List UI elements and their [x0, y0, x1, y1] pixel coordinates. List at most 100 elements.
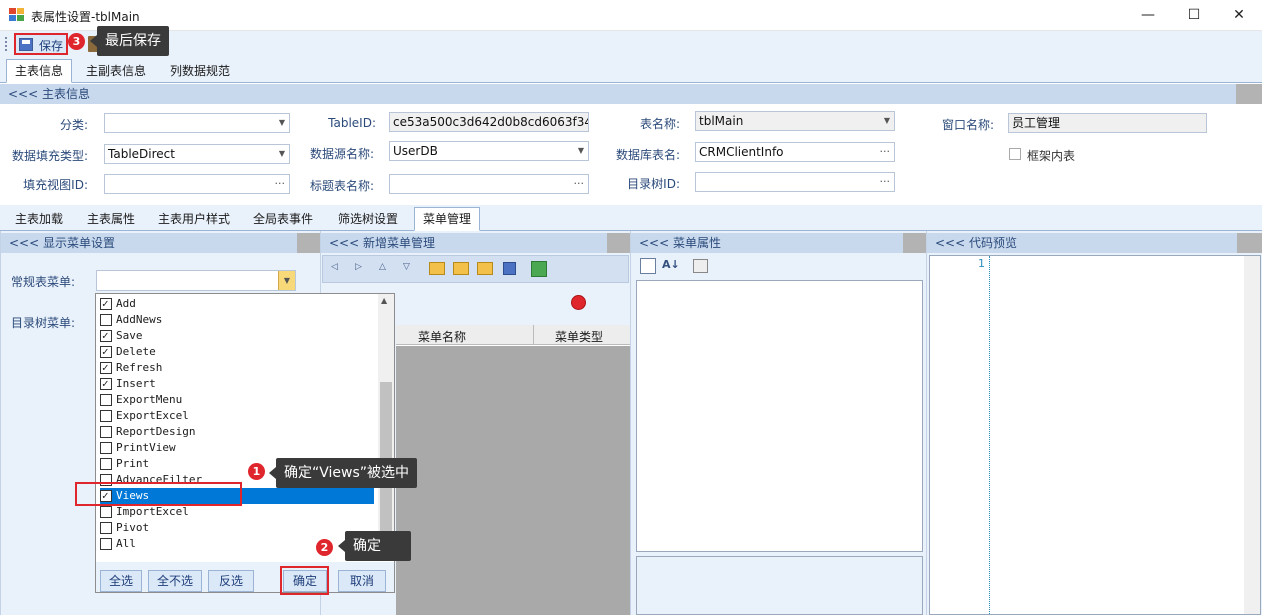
tab-column-rules[interactable]: 列数据规范 — [160, 59, 240, 83]
checkbox[interactable] — [100, 458, 112, 470]
ellipsis-icon: ... — [879, 142, 891, 155]
frame-inner-checkbox[interactable] — [1009, 148, 1021, 160]
category-label: 分类: — [59, 118, 88, 132]
line-gutter: 1 — [930, 256, 990, 614]
title-table-field[interactable]: ... — [389, 174, 589, 194]
checklist-scrollbar[interactable]: ▲ — [378, 294, 394, 552]
dir-tree-field[interactable]: ... — [695, 172, 895, 192]
property-grid — [636, 280, 923, 552]
menu-item-label: ExportExcel — [116, 409, 189, 422]
chevron-down-icon: ▼ — [883, 116, 890, 125]
nav-first-icon[interactable]: ◁ — [331, 262, 338, 272]
checkbox[interactable] — [100, 314, 112, 326]
chevron-down-icon: ▼ — [577, 146, 584, 155]
code-preview-header: <<< 代码预览 — [927, 233, 1237, 253]
tree-menu-label: 目录树菜单: — [11, 316, 76, 330]
tab-sub-info[interactable]: 主副表信息 — [78, 59, 154, 83]
new-menu-header-end — [607, 233, 631, 253]
tablename-select[interactable]: tblMain ▼ — [695, 111, 895, 131]
grid-header: 菜单名称 菜单类型 — [396, 325, 630, 345]
menu-item-label: All — [116, 537, 136, 550]
new-menu-input-row — [396, 293, 590, 313]
refresh-icon[interactable] — [531, 261, 547, 277]
step3-tooltip: 最后保存 — [90, 26, 169, 56]
select-none-button[interactable]: 全不选 — [148, 570, 202, 592]
tablename-label: 表名称: — [639, 117, 680, 131]
sort-az-icon[interactable]: A↓ — [662, 258, 680, 271]
step3-badge: 3 — [68, 33, 85, 50]
tab-main-load[interactable]: 主表加载 — [6, 207, 72, 231]
tableid-field[interactable]: ce53a500c3d642d0b8cd6063f348 — [389, 112, 589, 132]
tab-filter-tree[interactable]: 筛选树设置 — [328, 207, 408, 231]
checkbox[interactable] — [100, 538, 112, 550]
checkbox[interactable] — [100, 296, 112, 312]
tab-main-user-style[interactable]: 主表用户样式 — [150, 207, 238, 231]
tab-main-info[interactable]: 主表信息 — [6, 59, 72, 83]
save-small-icon[interactable] — [503, 262, 516, 275]
ellipsis-icon: ... — [879, 172, 891, 185]
db-table-label: 数据库表名: — [615, 148, 680, 162]
category-select[interactable]: ▼ — [104, 113, 290, 133]
toolbar-grip-icon[interactable] — [5, 37, 8, 51]
sub-tabbar: 主表加载 主表属性 主表用户样式 全局表事件 筛选树设置 菜单管理 — [0, 205, 1262, 231]
menu-display-header-end — [297, 233, 321, 253]
checkbox[interactable] — [100, 506, 112, 518]
nav-prev-icon[interactable]: ▷ — [355, 262, 362, 272]
nav-down-icon[interactable]: ▽ — [403, 262, 410, 272]
datasource-label: 数据源名称: — [309, 147, 374, 161]
nav-up-icon[interactable]: △ — [379, 262, 386, 272]
tab-global-events[interactable]: 全局表事件 — [244, 207, 322, 231]
menu-item-label: Delete — [116, 345, 156, 358]
regular-menu-select[interactable]: ▼ — [96, 270, 296, 291]
categorized-icon[interactable] — [640, 258, 656, 274]
checkbox[interactable] — [100, 410, 112, 422]
delete-folder-icon[interactable] — [477, 262, 493, 275]
main-tabbar: 主表信息 主副表信息 列数据规范 — [0, 57, 1262, 83]
step2-badge: 2 — [316, 539, 333, 556]
maximize-button[interactable]: ☐ — [1171, 0, 1217, 31]
checkbox[interactable] — [100, 442, 112, 454]
window-title: 表属性设置-tblMain — [31, 10, 140, 24]
checkbox[interactable] — [100, 344, 112, 360]
checkbox[interactable] — [100, 394, 112, 406]
line-number: 1 — [978, 257, 985, 270]
fill-view-label: 填充视图ID: — [23, 178, 88, 192]
cancel-button[interactable]: 取消 — [338, 570, 386, 592]
fill-view-field[interactable]: ... — [104, 174, 290, 194]
db-table-field[interactable]: CRMClientInfo... — [695, 142, 895, 162]
code-scrollbar[interactable] — [1244, 256, 1260, 614]
col-menu-type[interactable]: 菜单类型 — [555, 328, 603, 345]
scroll-up-icon[interactable]: ▲ — [381, 296, 387, 305]
checkbox[interactable] — [100, 376, 112, 392]
views-highlight — [75, 482, 242, 506]
menu-item-label: Save — [116, 329, 143, 342]
datasource-select[interactable]: UserDB ▼ — [389, 141, 589, 161]
checkbox[interactable] — [100, 360, 112, 376]
checkbox[interactable] — [100, 328, 112, 344]
invert-button[interactable]: 反选 — [208, 570, 254, 592]
menu-item-label: Print — [116, 457, 150, 470]
minimize-button[interactable]: — — [1125, 0, 1171, 31]
checkbox[interactable] — [100, 426, 112, 438]
remove-icon[interactable] — [571, 295, 586, 310]
tab-main-props[interactable]: 主表属性 — [78, 207, 144, 231]
add-child-icon[interactable] — [453, 262, 469, 275]
tab-menu-manage[interactable]: 菜单管理 — [414, 207, 480, 231]
select-all-button[interactable]: 全选 — [100, 570, 142, 592]
col-menu-name[interactable]: 菜单名称 — [418, 328, 466, 345]
save-icon — [19, 38, 33, 51]
code-editor[interactable]: 1 — [929, 255, 1261, 615]
step2-tooltip: 确定 — [338, 531, 411, 561]
checkbox[interactable] — [100, 522, 112, 534]
add-folder-icon[interactable] — [429, 262, 445, 275]
window-name-field[interactable]: 员工管理 — [1008, 113, 1207, 133]
col-divider — [533, 325, 534, 345]
save-button[interactable]: 保存 — [14, 33, 68, 55]
property-pages-icon[interactable] — [693, 259, 708, 273]
fill-type-select[interactable]: TableDirect ▼ — [104, 144, 290, 164]
main-info-header-end — [1236, 84, 1262, 104]
ellipsis-icon: ... — [274, 174, 286, 187]
close-button[interactable]: ✕ — [1216, 0, 1262, 31]
fill-type-label: 数据填充类型: — [11, 149, 88, 163]
dropdown-button[interactable]: ▼ — [278, 271, 295, 290]
